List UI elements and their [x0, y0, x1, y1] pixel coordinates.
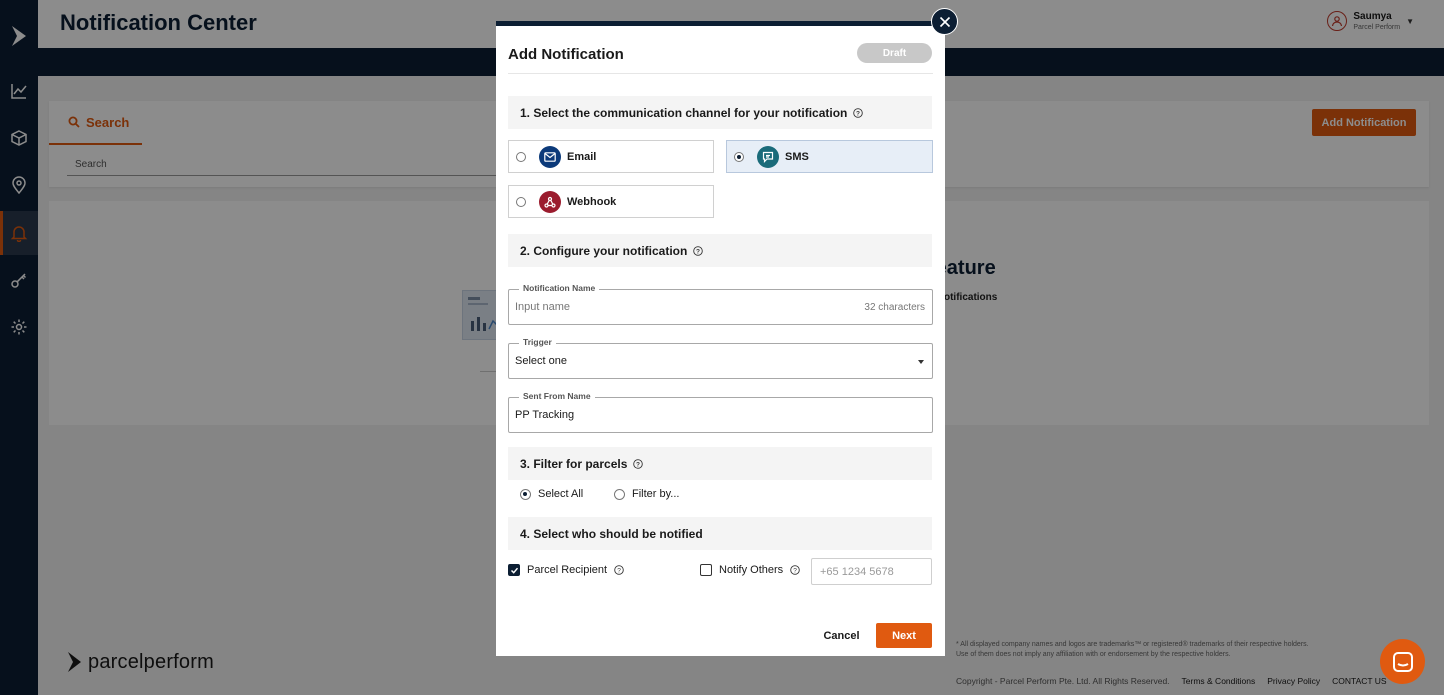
notify-others-option[interactable]: Notify Others ? [700, 564, 800, 576]
help-icon[interactable]: ? [693, 245, 704, 256]
notification-name-placeholder: Input name [515, 301, 571, 313]
check-icon [510, 567, 518, 574]
sent-from-name-label: Sent From Name [519, 391, 595, 401]
help-icon[interactable]: ? [853, 107, 864, 118]
filter-by-label: Filter by... [632, 488, 680, 500]
radio-sms[interactable] [734, 151, 744, 162]
svg-text:?: ? [696, 248, 700, 255]
channel-label-webhook: Webhook [567, 195, 617, 208]
filter-by-option[interactable]: Filter by... [614, 488, 679, 500]
help-icon[interactable]: ? [614, 565, 624, 575]
chat-launcher-button[interactable] [1380, 639, 1425, 684]
parcel-recipient-option[interactable]: Parcel Recipient ? [508, 564, 624, 576]
channel-option-sms[interactable]: SMS [726, 140, 933, 173]
section-notify-title: 4. Select who should be notified [520, 526, 703, 541]
parcel-recipient-label: Parcel Recipient [527, 564, 608, 576]
section-channel-heading: 1. Select the communication channel for … [508, 96, 932, 129]
notify-others-checkbox[interactable] [700, 564, 712, 576]
add-notification-modal: Add Notification Draft 1. Select the com… [496, 21, 945, 656]
notification-name-field[interactable]: Notification Name Input name 32 characte… [508, 283, 933, 325]
svg-text:?: ? [636, 461, 640, 468]
radio-select-all[interactable] [520, 488, 531, 500]
section-filter-title: 3. Filter for parcels [520, 456, 628, 471]
svg-text:?: ? [793, 568, 797, 575]
trigger-label: Trigger [519, 337, 556, 347]
sent-from-name-value: PP Tracking [515, 409, 575, 421]
notify-others-label: Notify Others [719, 564, 784, 576]
section-configure-title: 2. Configure your notification [520, 243, 688, 258]
radio-webhook[interactable] [516, 196, 526, 207]
close-modal-button[interactable] [931, 8, 958, 35]
modal-title: Add Notification [508, 46, 624, 63]
section-channel-title: 1. Select the communication channel for … [520, 105, 848, 120]
cancel-button[interactable]: Cancel [816, 623, 867, 648]
close-icon [939, 16, 950, 27]
sent-from-name-field[interactable]: Sent From Name PP Tracking [508, 391, 933, 433]
character-count: 32 characters [864, 302, 925, 313]
notification-name-label: Notification Name [519, 283, 600, 293]
radio-email[interactable] [516, 151, 526, 162]
radio-filter-by[interactable] [614, 488, 625, 500]
sms-chat-icon [757, 145, 779, 168]
trigger-select[interactable]: Trigger Select one [508, 337, 933, 379]
status-badge: Draft [857, 43, 932, 63]
section-notify-heading: 4. Select who should be notified [508, 517, 932, 550]
next-button[interactable]: Next [876, 623, 932, 648]
chat-icon [1392, 651, 1413, 672]
filter-select-all-option[interactable]: Select All [520, 488, 583, 500]
chevron-down-icon[interactable] [918, 360, 924, 364]
channel-label-email: Email [567, 150, 597, 163]
trigger-value: Select one [515, 355, 567, 367]
email-icon [539, 145, 561, 168]
help-icon[interactable]: ? [633, 458, 644, 469]
parcel-recipient-checkbox[interactable] [508, 564, 520, 576]
channel-option-webhook[interactable]: Webhook [508, 185, 714, 218]
webhook-icon [539, 190, 561, 213]
section-filter-heading: 3. Filter for parcels ? [508, 447, 932, 480]
section-configure-heading: 2. Configure your notification ? [508, 234, 932, 267]
help-icon[interactable]: ? [790, 565, 800, 575]
channel-label-sms: SMS [785, 150, 809, 163]
divider [508, 73, 933, 74]
svg-text:?: ? [856, 110, 860, 117]
filter-select-all-label: Select All [538, 488, 584, 500]
channel-option-email[interactable]: Email [508, 140, 714, 173]
svg-text:?: ? [617, 568, 621, 575]
phone-number-input[interactable]: +65 1234 5678 [811, 558, 932, 585]
